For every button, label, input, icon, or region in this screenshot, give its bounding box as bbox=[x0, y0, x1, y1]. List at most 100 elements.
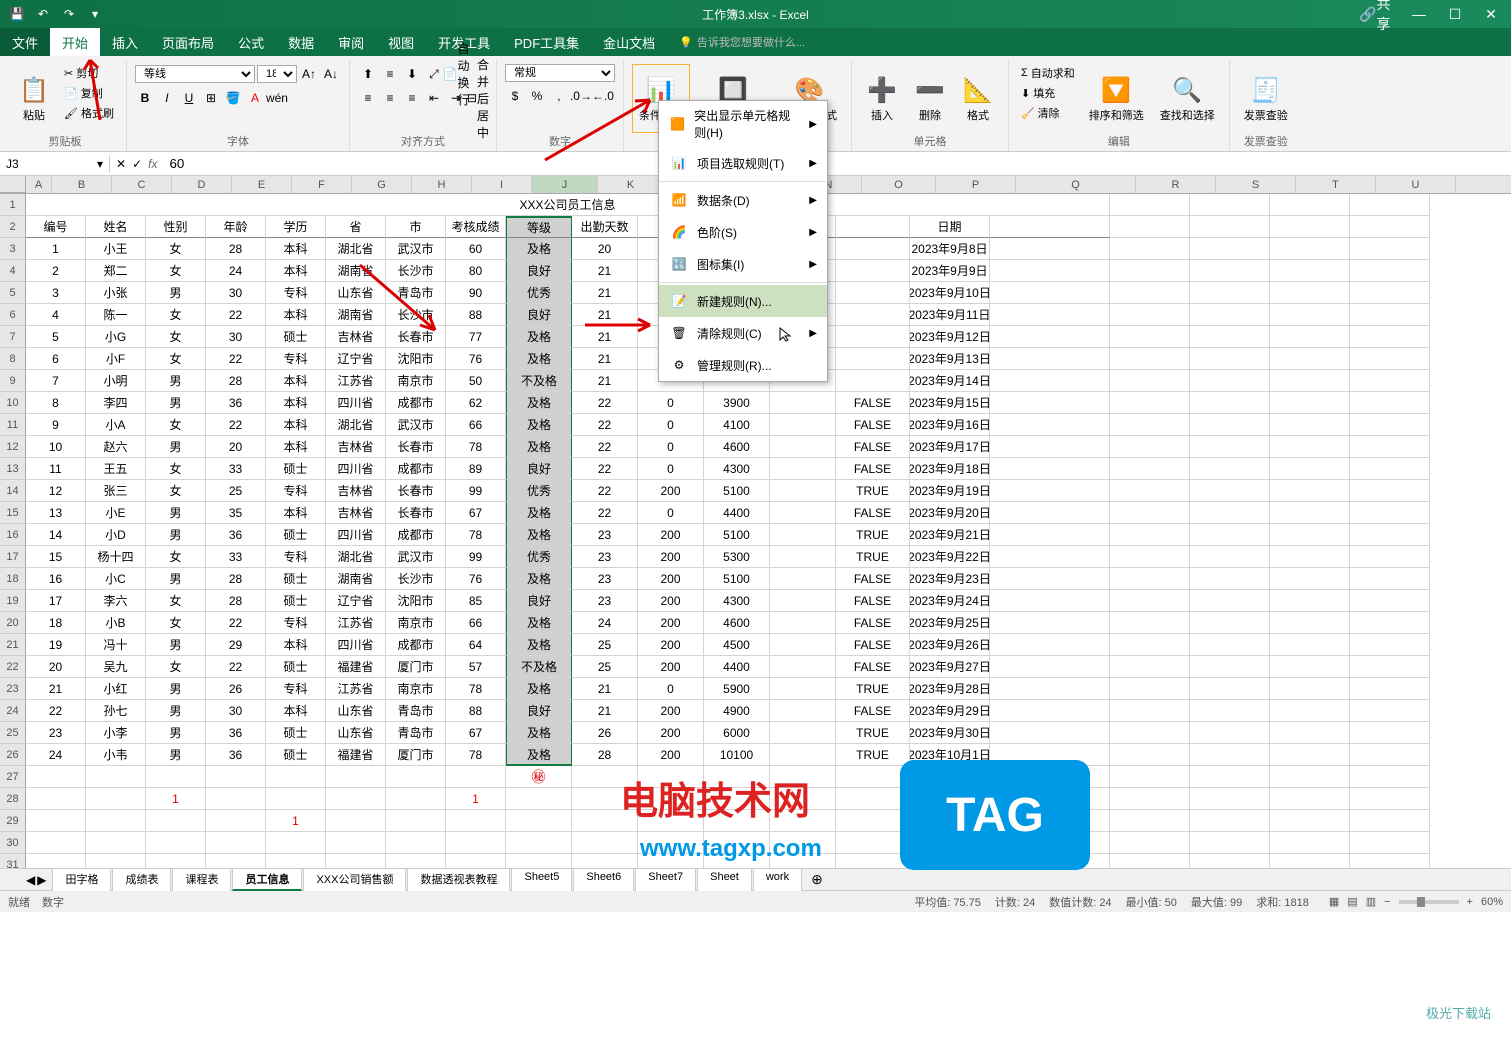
cell[interactable]: 19 bbox=[26, 634, 86, 656]
col-header-F[interactable]: F bbox=[292, 176, 352, 193]
sheet-nav-first-icon[interactable]: ◀ bbox=[26, 873, 35, 887]
clear-button[interactable]: 🧹 清除 bbox=[1017, 104, 1079, 122]
cell[interactable]: 专科 bbox=[266, 678, 326, 700]
cell[interactable] bbox=[1110, 194, 1190, 216]
cell[interactable]: 20 bbox=[206, 436, 266, 458]
cell[interactable]: 专科 bbox=[266, 480, 326, 502]
cell[interactable]: 2023年10月1日 bbox=[910, 744, 990, 766]
cell[interactable] bbox=[1110, 678, 1190, 700]
cell[interactable]: 200 bbox=[638, 590, 704, 612]
border-icon[interactable]: ⊞ bbox=[201, 88, 221, 108]
cell[interactable] bbox=[1350, 524, 1430, 546]
tab-home[interactable]: 开始 bbox=[50, 28, 100, 56]
row-header-28[interactable]: 28 bbox=[0, 788, 26, 810]
cell[interactable]: 男 bbox=[146, 744, 206, 766]
cell[interactable]: 85 bbox=[446, 590, 506, 612]
align-middle-icon[interactable]: ≡ bbox=[380, 64, 400, 84]
cell[interactable]: 小王 bbox=[86, 238, 146, 260]
cell[interactable] bbox=[506, 832, 572, 854]
cell[interactable] bbox=[1110, 722, 1190, 744]
cell[interactable]: 21 bbox=[572, 304, 638, 326]
cell[interactable]: 杨十四 bbox=[86, 546, 146, 568]
find-select-button[interactable]: 🔍查找和选择 bbox=[1154, 64, 1221, 133]
cell[interactable]: 专科 bbox=[266, 546, 326, 568]
cell[interactable] bbox=[1270, 458, 1350, 480]
cell[interactable]: 2023年9月27日 bbox=[910, 656, 990, 678]
cell[interactable] bbox=[26, 854, 86, 868]
cell[interactable]: 7 bbox=[26, 370, 86, 392]
cell[interactable]: 武汉市 bbox=[386, 238, 446, 260]
cell[interactable]: 50 bbox=[446, 370, 506, 392]
table-header[interactable]: 日期 bbox=[910, 216, 990, 238]
cell[interactable]: 22 bbox=[206, 612, 266, 634]
cell[interactable] bbox=[1110, 502, 1190, 524]
cell[interactable]: 6 bbox=[26, 348, 86, 370]
cell[interactable] bbox=[990, 282, 1110, 304]
cell[interactable]: 小E bbox=[86, 502, 146, 524]
cell[interactable]: 22 bbox=[26, 700, 86, 722]
cell[interactable]: 2023年9月20日 bbox=[910, 502, 990, 524]
wrap-text-button[interactable]: 📄 自动换行 bbox=[446, 64, 466, 84]
cell[interactable] bbox=[1110, 392, 1190, 414]
cell[interactable] bbox=[446, 854, 506, 868]
cell[interactable]: 22 bbox=[572, 458, 638, 480]
cell[interactable]: 30 bbox=[206, 282, 266, 304]
cell[interactable] bbox=[836, 832, 910, 854]
cell[interactable]: 小B bbox=[86, 612, 146, 634]
cell[interactable] bbox=[1350, 612, 1430, 634]
cell[interactable]: 1 bbox=[146, 788, 206, 810]
font-size-select[interactable]: 18 bbox=[257, 65, 297, 83]
cell[interactable] bbox=[770, 810, 836, 832]
cell[interactable]: 80 bbox=[446, 260, 506, 282]
cell[interactable]: 南京市 bbox=[386, 612, 446, 634]
cell[interactable]: 24 bbox=[206, 260, 266, 282]
cell[interactable] bbox=[990, 700, 1110, 722]
row-header-21[interactable]: 21 bbox=[0, 634, 26, 656]
sheet-tab[interactable]: 课程表 bbox=[172, 868, 231, 891]
percent-icon[interactable]: % bbox=[527, 86, 547, 106]
cell[interactable] bbox=[1350, 282, 1430, 304]
cell[interactable] bbox=[990, 524, 1110, 546]
col-header-Q[interactable]: Q bbox=[1016, 176, 1136, 193]
cell[interactable] bbox=[770, 656, 836, 678]
insert-cells-button[interactable]: ➕插入 bbox=[860, 64, 904, 133]
cell[interactable] bbox=[1350, 590, 1430, 612]
cell[interactable] bbox=[1350, 744, 1430, 766]
cell[interactable]: 优秀 bbox=[506, 546, 572, 568]
cell[interactable]: 36 bbox=[206, 524, 266, 546]
cell[interactable]: 优秀 bbox=[506, 282, 572, 304]
cell[interactable]: 2023年9月16日 bbox=[910, 414, 990, 436]
cell[interactable] bbox=[1110, 612, 1190, 634]
cell[interactable] bbox=[910, 766, 990, 788]
cell[interactable]: 2023年9月21日 bbox=[910, 524, 990, 546]
cell[interactable]: 30 bbox=[206, 326, 266, 348]
cell[interactable] bbox=[1110, 282, 1190, 304]
cell[interactable]: 男 bbox=[146, 678, 206, 700]
cell[interactable] bbox=[206, 766, 266, 788]
cell[interactable]: 优秀 bbox=[506, 480, 572, 502]
cell[interactable]: 23 bbox=[572, 590, 638, 612]
cell[interactable] bbox=[326, 766, 386, 788]
cell[interactable] bbox=[1350, 656, 1430, 678]
cell[interactable]: 21 bbox=[572, 700, 638, 722]
cell[interactable]: 陈一 bbox=[86, 304, 146, 326]
cell[interactable] bbox=[1270, 194, 1350, 216]
sheet-tab[interactable]: work bbox=[753, 868, 802, 891]
cell[interactable]: 2023年9月9日 bbox=[910, 260, 990, 282]
cell[interactable]: 小G bbox=[86, 326, 146, 348]
cell[interactable]: TRUE bbox=[836, 678, 910, 700]
cell[interactable] bbox=[990, 832, 1110, 854]
cell[interactable]: 76 bbox=[446, 568, 506, 590]
cell[interactable] bbox=[206, 810, 266, 832]
cell[interactable]: 2023年9月12日 bbox=[910, 326, 990, 348]
cell[interactable] bbox=[326, 810, 386, 832]
cell[interactable] bbox=[836, 766, 910, 788]
cell[interactable] bbox=[1270, 722, 1350, 744]
table-header[interactable]: 学历 bbox=[266, 216, 326, 238]
cell[interactable] bbox=[1350, 348, 1430, 370]
cell[interactable]: 28 bbox=[206, 370, 266, 392]
formula-input[interactable] bbox=[163, 154, 1511, 173]
cell[interactable] bbox=[146, 810, 206, 832]
cell[interactable]: 28 bbox=[572, 744, 638, 766]
cell[interactable]: 16 bbox=[26, 568, 86, 590]
